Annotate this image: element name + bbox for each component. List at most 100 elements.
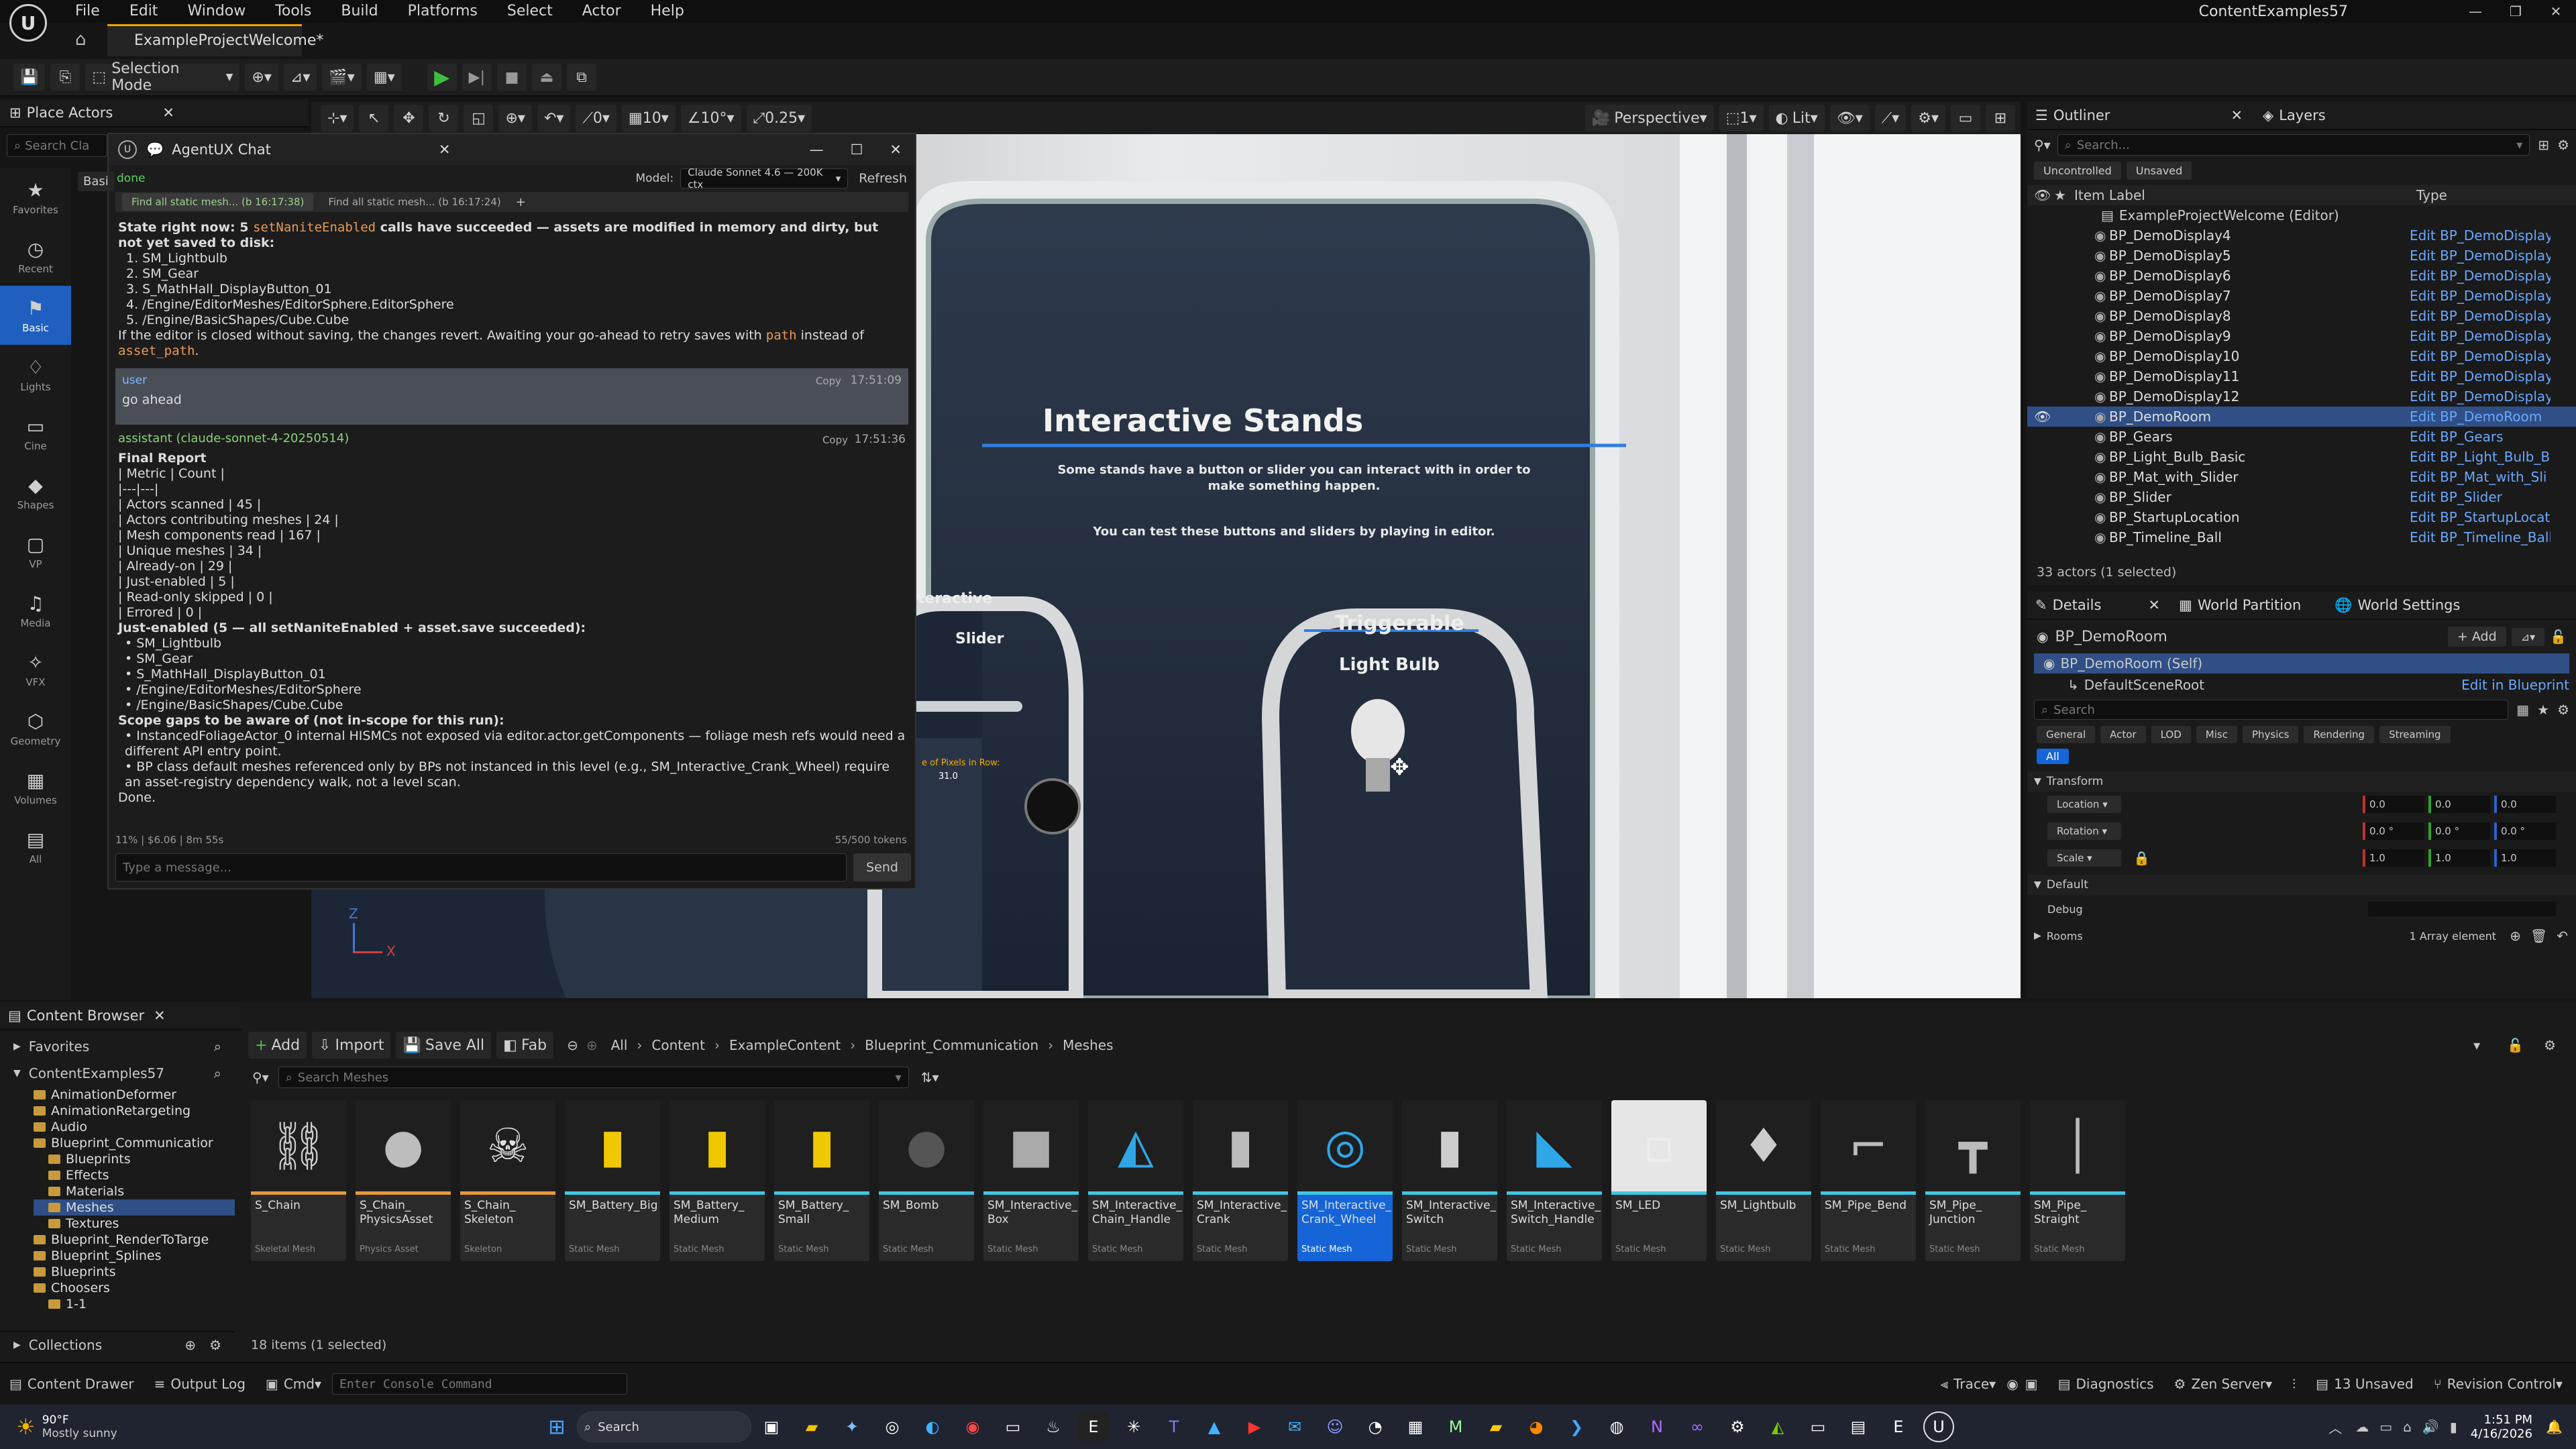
weather-widget[interactable]: ☀ 90°F Mostly sunny: [0, 1413, 241, 1440]
rot-field-x[interactable]: 0.0 °: [2363, 822, 2424, 840]
outliner-root[interactable]: ▤ ExampleProjectWelcome (Editor): [2027, 205, 2576, 225]
folder-item[interactable]: 1-1: [34, 1296, 235, 1312]
show-icon[interactable]: 👁▾: [1829, 105, 1870, 131]
teams-icon[interactable]: T: [1159, 1411, 1189, 1442]
console-input[interactable]: Enter Console Command: [332, 1373, 628, 1395]
rail-vp[interactable]: ▢ VP: [0, 522, 71, 581]
outliner-row-type[interactable]: Edit BP_Mat_with_Sli: [2410, 469, 2551, 485]
discord-icon[interactable]: ☺: [1320, 1411, 1350, 1442]
selection-mode-button[interactable]: ⬚ Selection Mode ▼: [85, 60, 240, 94]
blender-icon[interactable]: ◕: [1521, 1411, 1552, 1442]
minimize-icon[interactable]: —: [810, 142, 824, 158]
copilot-icon[interactable]: ✦: [837, 1411, 867, 1442]
rotation-snap-icon[interactable]: ∠ 10° ▾: [680, 105, 741, 131]
forward-icon[interactable]: ⊕: [586, 1037, 598, 1053]
close-icon[interactable]: ✕: [2536, 3, 2576, 19]
outliner-row[interactable]: 👁◉BP_DemoDisplay7 Edit BP_DemoDisplay: [2027, 286, 2576, 306]
menu-tools[interactable]: Tools: [260, 0, 326, 23]
send-button[interactable]: Send: [853, 853, 911, 881]
folder-item[interactable]: Audio: [34, 1119, 235, 1135]
perspective-button[interactable]: 🎥 Perspective ▾: [1585, 105, 1714, 131]
close-icon[interactable]: ✕: [154, 1008, 166, 1024]
rail-cine[interactable]: ▭ Cine: [0, 404, 71, 463]
outliner-row[interactable]: 👁◉BP_DemoDisplay5 Edit BP_DemoDisplay: [2027, 246, 2576, 266]
asset-tile[interactable]: ■ SM_Interactive_ Box Static Mesh: [983, 1100, 1079, 1261]
settings-icon[interactable]: ⚙: [1722, 1411, 1753, 1442]
scale-dropdown[interactable]: Scale ▾: [2047, 849, 2121, 867]
grid-snap-icon[interactable]: ▦ 10 ▾: [621, 105, 676, 131]
rail-media[interactable]: ♫ Media: [0, 581, 71, 640]
details-search[interactable]: ⌕ Search: [2034, 700, 2509, 720]
angle-snap-icon[interactable]: ⟋ 0 ▾: [576, 105, 616, 131]
breadcrumb-item[interactable]: All: [611, 1037, 628, 1053]
filter-streaming[interactable]: Streaming: [2379, 726, 2451, 743]
outliner-row-type[interactable]: Edit BP_DemoDisplay: [2410, 248, 2551, 264]
outliner-row-type[interactable]: Edit BP_DemoDisplay: [2410, 368, 2551, 384]
photos-icon[interactable]: ▲: [1199, 1411, 1230, 1442]
eye-icon[interactable]: 👁: [2034, 227, 2094, 244]
folder-item[interactable]: Materials: [34, 1183, 235, 1199]
network-icon[interactable]: ⌂: [2403, 1419, 2412, 1435]
rot-field-z[interactable]: 0.0 °: [2494, 822, 2556, 840]
save-icon[interactable]: 💾: [13, 64, 46, 91]
edge-icon[interactable]: ◐: [917, 1411, 948, 1442]
chat-tab-1[interactable]: Find all static mesh... (b 16:17:38): [122, 193, 314, 211]
outliner-search[interactable]: ⌕ Search... ▾: [2057, 134, 2530, 156]
outliner-row[interactable]: 👁◉BP_DemoDisplay8 Edit BP_DemoDisplay: [2027, 306, 2576, 326]
close-icon[interactable]: ✕: [439, 142, 451, 158]
outliner-row-type[interactable]: Edit BP_DemoRoom: [2410, 409, 2551, 425]
sticky-notes-icon[interactable]: ▰: [1481, 1411, 1511, 1442]
game-bar-icon[interactable]: ◍: [1601, 1411, 1632, 1442]
transform-section[interactable]: ▼ Transform: [2027, 771, 2576, 792]
outliner-row-type[interactable]: Edit BP_Slider: [2410, 489, 2551, 505]
outliner-row-type[interactable]: Edit BP_Gears: [2410, 429, 2551, 445]
import-button[interactable]: ⇩ Import: [312, 1032, 391, 1059]
steam-icon[interactable]: ♨: [1038, 1411, 1069, 1442]
cmd-icon[interactable]: ▭: [1803, 1411, 1833, 1442]
add-element-icon[interactable]: ⊕: [2510, 928, 2521, 944]
collections-row[interactable]: ▶ Collections ⊕ ⚙: [0, 1331, 235, 1358]
location-dropdown[interactable]: Location ▾: [2047, 796, 2121, 813]
task-view-icon[interactable]: ▣: [756, 1411, 787, 1442]
derived-data-icon[interactable]: ⫶: [2292, 1376, 2296, 1392]
output-log-button[interactable]: ≡ Output Log: [154, 1376, 246, 1392]
menu-edit[interactable]: Edit: [115, 0, 173, 23]
outliner-row-type[interactable]: Edit BP_DemoDisplay: [2410, 348, 2551, 364]
world-icon[interactable]: ⊕▾: [498, 105, 532, 131]
menu-window[interactable]: Window: [172, 0, 260, 23]
eye-icon[interactable]: 👁: [2034, 409, 2094, 425]
place-actors-tab[interactable]: Place Actors: [27, 105, 113, 121]
outliner-row-type[interactable]: Edit BP_DemoDisplay: [2410, 308, 2551, 324]
user-copy-button[interactable]: Copy: [816, 375, 841, 387]
outliner-row[interactable]: 👁◉BP_Mat_with_Slider Edit BP_Mat_with_Sli: [2027, 467, 2576, 487]
scl-field-x[interactable]: 1.0: [2363, 849, 2424, 867]
filter-unsaved[interactable]: Unsaved: [2126, 161, 2192, 180]
scl-field-y[interactable]: 1.0: [2428, 849, 2490, 867]
settings-icon[interactable]: ⚙▾: [1911, 105, 1945, 131]
content-search[interactable]: ⌕ Search Meshes ▾: [278, 1067, 909, 1088]
menu-file[interactable]: File: [60, 0, 115, 23]
diagnostics-button[interactable]: ▤ Diagnostics: [2058, 1376, 2154, 1392]
onenote-icon[interactable]: N: [1642, 1411, 1672, 1442]
zen-server-button[interactable]: ⚙ Zen Server ▾: [2174, 1376, 2273, 1392]
rot-field-y[interactable]: 0.0 °: [2428, 822, 2490, 840]
select-icon[interactable]: ↖: [359, 105, 389, 131]
folder-item[interactable]: Meshes: [34, 1199, 235, 1216]
close-icon[interactable]: ✕: [890, 142, 902, 158]
transform-icon[interactable]: ⊹▾: [321, 105, 354, 131]
slack-icon[interactable]: ✳: [1118, 1411, 1149, 1442]
battery-icon[interactable]: ▮: [2450, 1419, 2457, 1435]
breadcrumb-item[interactable]: Content: [651, 1037, 705, 1053]
lock-icon[interactable]: 🔒: [2133, 850, 2150, 866]
folder-item[interactable]: Blueprints: [34, 1151, 235, 1167]
add-component-button[interactable]: + Add: [2447, 627, 2506, 647]
loc-field-y[interactable]: 0.0: [2428, 796, 2490, 813]
filter-lod[interactable]: LOD: [2151, 726, 2191, 743]
camera-speed-button[interactable]: ⬚ 1 ▾: [1719, 105, 1764, 131]
back-icon[interactable]: ⊖: [567, 1037, 578, 1053]
folder-item[interactable]: Textures: [34, 1216, 235, 1232]
windows-start-icon[interactable]: ⊞: [541, 1411, 572, 1442]
col-type[interactable]: Type: [2416, 187, 2447, 203]
folder-item[interactable]: Blueprints: [34, 1264, 235, 1280]
eye-icon[interactable]: 👁: [2034, 489, 2094, 505]
